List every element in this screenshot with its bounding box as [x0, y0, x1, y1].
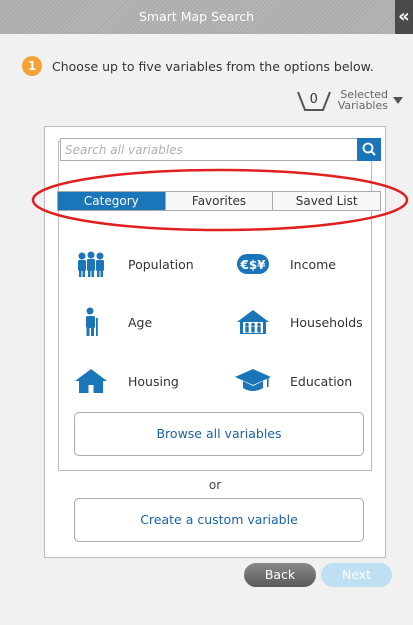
step-number-badge: 1: [22, 56, 42, 76]
category-age[interactable]: Age: [72, 307, 152, 337]
double-chevron-left-icon: «: [398, 6, 410, 27]
title-bar: Smart Map Search «: [0, 0, 413, 34]
currency-icon: €$¥: [234, 249, 272, 279]
category-education[interactable]: Education: [234, 366, 352, 396]
selected-variables-label: Selected Variables: [337, 88, 388, 112]
selected-variables-dropdown[interactable]: 0 Selected Variables: [294, 86, 403, 114]
category-tabs: Category Favorites Saved List: [57, 191, 381, 211]
tab-category[interactable]: Category: [58, 192, 166, 210]
category-housing[interactable]: Housing: [72, 366, 179, 396]
tab-favorites[interactable]: Favorites: [165, 192, 274, 210]
category-label: Income: [290, 256, 336, 272]
selected-count-indicator: 0: [294, 86, 334, 114]
category-households[interactable]: Households: [234, 307, 363, 337]
search-button[interactable]: [357, 138, 381, 161]
step-instruction-text: Choose up to five variables from the opt…: [52, 58, 374, 74]
chevron-down-icon: [393, 96, 403, 104]
person-icon: [72, 307, 110, 337]
search-box: [60, 138, 381, 161]
category-label: Age: [128, 314, 153, 330]
tab-saved-list[interactable]: Saved List: [273, 192, 381, 210]
search-input[interactable]: [61, 139, 346, 161]
household-icon: [234, 307, 272, 337]
or-separator: or: [208, 478, 222, 492]
house-icon: [72, 366, 110, 396]
category-label: Households: [290, 314, 363, 330]
svg-text:€$¥: €$¥: [239, 258, 266, 272]
selected-count: 0: [309, 92, 318, 107]
category-label: Housing: [128, 373, 179, 389]
category-label: Population: [128, 256, 194, 272]
back-button[interactable]: Back: [244, 563, 316, 587]
category-label: Education: [290, 373, 353, 389]
next-button[interactable]: Next: [321, 563, 392, 587]
category-population[interactable]: Population: [72, 249, 194, 279]
collapse-panel-button[interactable]: «: [395, 0, 413, 34]
search-icon: [362, 142, 376, 156]
browse-all-variables-button[interactable]: Browse all variables: [74, 412, 364, 456]
panel-title: Smart Map Search: [138, 9, 255, 24]
people-group-icon: [72, 249, 110, 279]
create-custom-variable-button[interactable]: Create a custom variable: [74, 498, 364, 542]
category-income[interactable]: €$¥ Income: [234, 249, 336, 279]
graduation-cap-icon: [234, 366, 272, 396]
step-instruction: 1 Choose up to five variables from the o…: [22, 56, 374, 76]
